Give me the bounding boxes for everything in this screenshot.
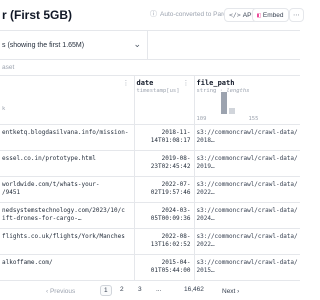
- more-options-button[interactable]: ⋯: [289, 8, 304, 22]
- split-select-label: s (showing the first 1.65M): [2, 41, 85, 49]
- cell-date[interactable]: 2022-08- 13T16:02:52: [134, 228, 195, 255]
- code-icon: </>: [229, 11, 241, 19]
- column-type: k: [2, 105, 6, 112]
- column-header-date[interactable]: date timestamp[us] ⋮: [134, 76, 195, 125]
- embed-icon: ◧: [257, 11, 261, 19]
- parquet-note[interactable]: ⓘ Auto-converted to Parquet: [150, 9, 236, 19]
- cell-url[interactable]: essel.co.in/prototype.html: [0, 150, 135, 177]
- column-type: timestamp[us]: [136, 88, 180, 94]
- histogram-bar[interactable]: [220, 91, 227, 114]
- length-histogram[interactable]: [197, 91, 259, 114]
- page-button-1[interactable]: 1: [100, 285, 112, 296]
- search-placeholder: aset: [2, 63, 15, 71]
- cell-file-path[interactable]: s3://commoncrawl/crawl-data/ 2015…: [194, 254, 300, 281]
- histogram-min-label: 109: [196, 115, 207, 122]
- cell-date[interactable]: 2018-11- 14T01:08:17: [134, 124, 195, 151]
- page-button-3[interactable]: 3: [138, 286, 142, 293]
- column-name: file_path: [196, 79, 235, 87]
- table-row[interactable]: nedsystemstechnology.com/2023/10/c ift-d…: [0, 202, 300, 229]
- cell-file-path[interactable]: s3://commoncrawl/crawl-data/ 2018…: [194, 124, 300, 151]
- cell-file-path[interactable]: s3://commoncrawl/crawl-data/ 2019…: [194, 150, 300, 177]
- search-input[interactable]: aset: [0, 59, 300, 75]
- more-options-label: ⋯: [293, 12, 300, 19]
- table-row[interactable]: alkoffame.com/ 2015-04- 01T05:44:00 s3:/…: [0, 254, 300, 281]
- next-page-button[interactable]: Next ›: [222, 288, 239, 295]
- page-button-2[interactable]: 2: [120, 286, 124, 293]
- column-header-file-path[interactable]: file_path string · lengths 109 155: [194, 76, 300, 125]
- cell-url[interactable]: alkoffame.com/: [0, 254, 135, 281]
- cell-url[interactable]: worldwide.com/t/whats-your- /9451: [0, 176, 135, 203]
- cell-file-path[interactable]: s3://commoncrawl/crawl-data/ 2024…: [194, 202, 300, 229]
- page-button-last[interactable]: 16,462: [184, 286, 204, 293]
- data-table: k ⋮ date timestamp[us] ⋮ file_path strin…: [0, 76, 300, 282]
- pagination: ‹ Previous 1 2 3 ... 16,462 Next ›: [0, 282, 300, 300]
- cell-date[interactable]: 2024-03- 05T00:09:36: [134, 202, 195, 229]
- cell-url[interactable]: entketq.blogdasilvana.info/mission-: [0, 124, 135, 151]
- cell-date[interactable]: 2022-07- 02T19:57:46: [134, 176, 195, 203]
- cell-date[interactable]: 2019-08- 23T02:45:42: [134, 150, 195, 177]
- column-name: [0, 76, 134, 79]
- table-row[interactable]: worldwide.com/t/whats-your- /9451 2022-0…: [0, 176, 300, 203]
- cell-url[interactable]: flights.co.uk/flights/York/Manches: [0, 228, 135, 255]
- cell-file-path[interactable]: s3://commoncrawl/crawl-data/ 2022…: [194, 176, 300, 203]
- info-icon: ⓘ: [150, 11, 157, 18]
- cell-url[interactable]: nedsystemstechnology.com/2023/10/c ift-d…: [0, 202, 135, 229]
- table-row[interactable]: flights.co.uk/flights/York/Manches 2022-…: [0, 228, 300, 255]
- chevron-down-icon: ⌄: [133, 39, 141, 49]
- column-header-url[interactable]: k ⋮: [0, 76, 135, 125]
- dataset-title: r (First 5GB): [2, 8, 73, 22]
- histogram-max-label: 155: [248, 115, 259, 122]
- embed-button[interactable]: ◧ Embed: [252, 8, 289, 22]
- cell-date[interactable]: 2015-04- 01T05:44:00: [134, 254, 195, 281]
- cell-file-path[interactable]: s3://commoncrawl/crawl-data/ 2022…: [194, 228, 300, 255]
- sort-icon[interactable]: ⋮: [183, 79, 190, 87]
- sort-icon[interactable]: ⋮: [123, 79, 130, 87]
- table-row[interactable]: essel.co.in/prototype.html 2019-08- 23T0…: [0, 150, 300, 177]
- table-row[interactable]: entketq.blogdasilvana.info/mission- 2018…: [0, 124, 300, 151]
- embed-button-label: Embed: [262, 11, 284, 19]
- page-ellipsis: ...: [156, 286, 162, 293]
- histogram-bar[interactable]: [228, 108, 235, 114]
- previous-page-button[interactable]: ‹ Previous: [46, 288, 75, 295]
- split-select[interactable]: s (showing the first 1.65M) ⌄: [0, 31, 148, 59]
